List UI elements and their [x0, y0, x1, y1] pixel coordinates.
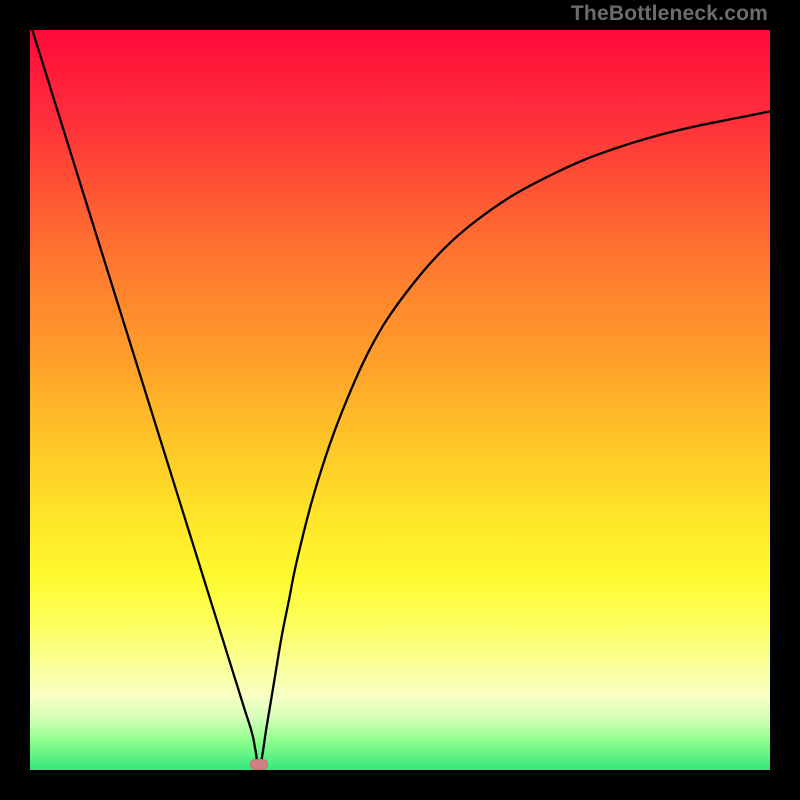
chart-frame: TheBottleneck.com: [0, 0, 800, 800]
curve-path: [30, 23, 770, 771]
optimum-marker: [250, 759, 268, 770]
bottleneck-curve: [0, 0, 800, 800]
